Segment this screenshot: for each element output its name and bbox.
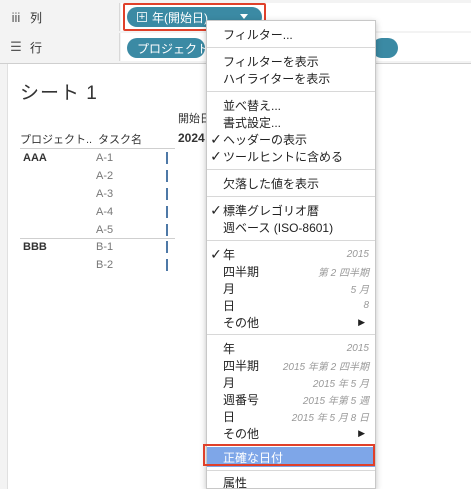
menu-item-quarter-discrete[interactable]: 四半期第 2 四半期 — [207, 262, 375, 280]
submenu-arrow-icon: ▶ — [358, 427, 365, 438]
data-mark[interactable] — [166, 152, 168, 164]
date-pill-context-menu: フィルター... フィルターを表示 ハイライターを表示 並べ替え... 書式設定… — [206, 20, 376, 489]
columns-label: 列 — [30, 10, 43, 25]
task-label[interactable]: B-2 — [96, 259, 113, 271]
menu-item-attribute[interactable]: 属性 — [207, 473, 375, 489]
task-label[interactable]: A-5 — [96, 224, 113, 236]
menu-separator — [207, 240, 375, 241]
sheet-title: シート 1 — [20, 83, 98, 104]
menu-item-day-discrete[interactable]: 日8 — [207, 296, 375, 314]
task-label[interactable]: A-2 — [96, 170, 113, 182]
column-header-year[interactable]: 2024 — [178, 131, 205, 145]
menu-separator — [207, 470, 375, 471]
menu-item-day-continuous[interactable]: 日 2015 年 5 月 8 日 — [207, 407, 375, 425]
data-mark[interactable] — [166, 241, 168, 253]
project-name-pill[interactable]: プロジェクト名 — [127, 38, 205, 58]
menu-item-gregorian-calendar[interactable]: ✓ 標準グレゴリオ暦 — [207, 201, 375, 219]
data-mark[interactable] — [166, 206, 168, 218]
menu-item-more-discrete[interactable]: その他 ▶ — [207, 313, 375, 331]
row-header-project[interactable]: プロジェクト.. — [20, 131, 92, 147]
header-divider — [20, 148, 175, 149]
task-label[interactable]: A-3 — [96, 188, 113, 200]
menu-item-year-discrete[interactable]: ✓ 年 2015 — [207, 245, 375, 263]
menu-item-show-missing-values[interactable]: 欠落した値を表示 — [207, 174, 375, 192]
data-mark[interactable] — [166, 259, 168, 271]
rows-shelf-label: ☰ 行 — [0, 33, 120, 61]
menu-item-show-highlighter[interactable]: ハイライターを表示 — [207, 69, 375, 87]
menu-item-include-tooltip[interactable]: ✓ ツールヒントに含める — [207, 147, 375, 165]
group-label[interactable]: BBB — [23, 241, 47, 253]
menu-separator — [207, 169, 375, 170]
menu-item-format[interactable]: 書式設定... — [207, 113, 375, 131]
menu-separator — [207, 196, 375, 197]
menu-separator — [207, 47, 375, 48]
pill-label: プロジェクト名 — [137, 41, 205, 56]
menu-item-month-discrete[interactable]: 月5 月 — [207, 279, 375, 297]
data-mark[interactable] — [166, 188, 168, 200]
menu-item-show-filter[interactable]: フィルターを表示 — [207, 52, 375, 70]
task-label[interactable]: A-4 — [96, 206, 113, 218]
rows-label: 行 — [30, 40, 43, 55]
left-panel-edge — [0, 64, 8, 489]
menu-item-sort[interactable]: 並べ替え... — [207, 96, 375, 114]
task-label[interactable]: A-1 — [96, 152, 113, 164]
columns-icon: iii — [11, 9, 21, 25]
checkmark-icon: ✓ — [210, 147, 222, 164]
menu-item-show-header[interactable]: ✓ ヘッダーの表示 — [207, 130, 375, 148]
checkmark-icon: ✓ — [210, 245, 222, 262]
group-divider — [20, 238, 175, 239]
data-mark[interactable] — [166, 224, 168, 236]
data-mark[interactable] — [166, 170, 168, 182]
menu-item-year-continuous[interactable]: 年 2015 — [207, 339, 375, 357]
group-label[interactable]: AAA — [23, 152, 47, 164]
menu-separator — [207, 91, 375, 92]
menu-item-more-continuous[interactable]: その他 ▶ — [207, 424, 375, 442]
checkmark-icon: ✓ — [210, 130, 222, 147]
task-label[interactable]: B-1 — [96, 241, 113, 253]
menu-item-month-continuous[interactable]: 月 2015 年 5 月 — [207, 373, 375, 391]
checkmark-icon: ✓ — [210, 201, 222, 218]
row-header-task[interactable]: タスク名 — [98, 131, 142, 147]
menu-item-filter[interactable]: フィルター... — [207, 25, 375, 43]
menu-separator — [207, 334, 375, 335]
submenu-arrow-icon: ▶ — [358, 316, 365, 327]
annotation-highlight-exact-date — [203, 444, 375, 466]
menu-item-quarter-continuous[interactable]: 四半期 2015 年第 2 四半期 — [207, 356, 375, 374]
rows-icon: ☰ — [10, 39, 22, 54]
columns-shelf-label: iii 列 — [0, 3, 120, 31]
menu-item-iso-week[interactable]: 週ベース (ISO-8601) — [207, 218, 375, 236]
menu-item-week-number-continuous[interactable]: 週番号 2015 年第 5 週 — [207, 390, 375, 408]
